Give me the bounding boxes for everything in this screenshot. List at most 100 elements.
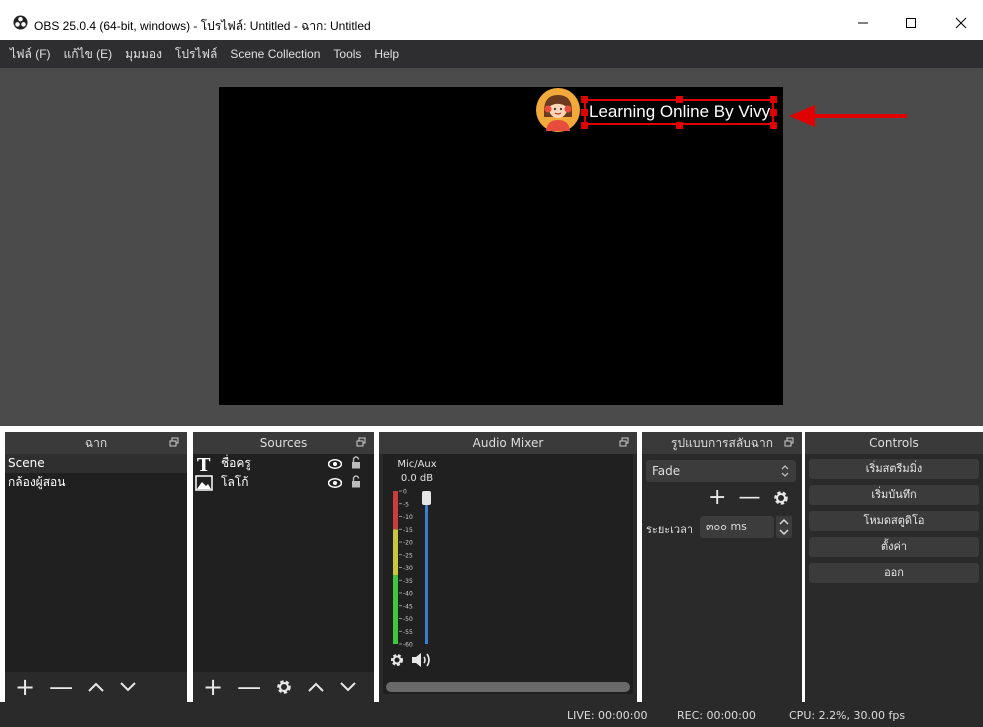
controls-dock-title: Controls	[805, 432, 983, 454]
scenes-dock: ฉาก Scene กล้องผู้สอน + —	[5, 432, 187, 702]
meter-tick-label: -50	[403, 616, 413, 623]
dock-float-icon[interactable]	[619, 437, 629, 447]
mixer-channel-name: Mic/Aux	[397, 459, 437, 470]
close-button[interactable]	[939, 8, 983, 38]
menu-help[interactable]: Help	[374, 47, 399, 61]
source-item[interactable]: โลโก้	[193, 473, 374, 492]
remove-transition-button[interactable]: —	[738, 487, 760, 509]
volume-meter: 0 -5 -10 -15 -20 -25 -30 -35 -40 -45 -50 -55 -60	[393, 489, 431, 649]
move-down-icon[interactable]	[119, 681, 137, 693]
meter-tick-label: -5	[403, 501, 409, 508]
mixer-settings-gear-icon[interactable]	[389, 652, 405, 668]
meter-tick-label: -35	[403, 578, 413, 585]
maximize-icon	[906, 18, 916, 28]
move-up-icon[interactable]	[307, 681, 325, 693]
scenes-dock-title-text: ฉาก	[84, 436, 108, 450]
image-source-icon	[195, 475, 213, 491]
remove-scene-button[interactable]: —	[49, 675, 73, 699]
move-up-icon[interactable]	[87, 681, 105, 693]
meter-tick-label: -40	[403, 591, 413, 598]
mixer-channel-area: Mic/Aux 0.0 dB 0 -5 -10 -15 -20 -25 -30 -35 -40 -…	[383, 454, 633, 694]
obs-logo-icon	[13, 15, 28, 30]
resize-handle[interactable]	[770, 109, 777, 116]
window-titlebar: OBS 25.0.4 (64-bit, windows) - โปรไฟล์: …	[0, 0, 983, 40]
scene-transitions-dock: รูปแบบการสลับฉาก Fade + — ระยะเวลา ๓๐๐ m…	[642, 432, 802, 702]
unlocked-lock-icon[interactable]	[351, 475, 361, 488]
menu-bar: ไฟล์ (F) แก้ไข (E) มุมมอง โปรไฟล์ Scene …	[0, 40, 983, 68]
speaker-mute-icon[interactable]	[411, 651, 435, 669]
dock-float-icon[interactable]	[784, 437, 794, 447]
menu-view[interactable]: มุมมอง	[125, 45, 162, 64]
sources-list: T ชื่อครู โลโก้	[193, 454, 374, 672]
settings-button[interactable]: ตั้งค่า	[809, 537, 979, 557]
dock-float-icon[interactable]	[169, 437, 179, 447]
controls-dock-title-text: Controls	[869, 436, 919, 450]
mixer-channel-db: 0.0 dB	[400, 473, 434, 484]
visibility-eye-icon[interactable]	[328, 459, 342, 469]
meter-tick-label: -45	[403, 603, 413, 610]
duration-input[interactable]: ๓๐๐ ms	[700, 516, 774, 538]
live-timer: LIVE: 00:00:00	[567, 709, 648, 722]
menu-tools[interactable]: Tools	[333, 47, 361, 61]
meter-tick-label: -25	[403, 552, 413, 559]
meter-tick-label: -60	[403, 642, 413, 649]
add-scene-button[interactable]: +	[15, 675, 35, 699]
scene-item[interactable]: Scene	[5, 454, 187, 473]
meter-tick-label: -15	[403, 527, 413, 534]
rec-timer: REC: 00:00:00	[677, 709, 756, 722]
dock-float-icon[interactable]	[356, 437, 366, 447]
exit-button[interactable]: ออก	[809, 563, 979, 583]
resize-handle[interactable]	[581, 96, 588, 103]
teacher-avatar-icon[interactable]	[535, 87, 581, 133]
source-properties-gear-icon[interactable]	[275, 678, 293, 696]
add-source-button[interactable]: +	[203, 675, 223, 699]
meter-tick-label: -55	[403, 629, 413, 636]
transition-select[interactable]: Fade	[646, 460, 796, 482]
mixer-horizontal-scrollbar[interactable]	[386, 682, 630, 692]
transition-properties-gear-icon[interactable]	[772, 489, 790, 507]
menu-scene-collection[interactable]: Scene Collection	[230, 47, 320, 61]
select-arrows-icon	[781, 465, 789, 477]
studio-mode-button[interactable]: โหมดสตูดิโอ	[809, 511, 979, 531]
unlocked-lock-icon[interactable]	[351, 456, 361, 469]
start-streaming-button[interactable]: เริ่มสตรีมมิ่ง	[809, 459, 979, 479]
menu-edit[interactable]: แก้ไข (E)	[64, 45, 113, 64]
resize-handle[interactable]	[581, 109, 588, 116]
menu-profile[interactable]: โปรไฟล์	[175, 45, 217, 64]
svg-text:T: T	[197, 456, 211, 472]
visibility-eye-icon[interactable]	[328, 478, 342, 488]
volume-slider-handle[interactable]	[422, 491, 431, 505]
move-down-icon[interactable]	[339, 681, 357, 693]
scenes-dock-title: ฉาก	[5, 432, 187, 454]
meter-tick-label: 0	[403, 489, 407, 496]
cpu-fps-readout: CPU: 2.2%, 30.00 fps	[789, 709, 906, 722]
resize-handle[interactable]	[770, 122, 777, 129]
text-source-content: Learning Online By Vivy	[589, 102, 771, 121]
resize-handle[interactable]	[676, 96, 683, 103]
meter-tick-label: -30	[403, 565, 413, 572]
resize-handle[interactable]	[581, 122, 588, 129]
resize-handle[interactable]	[770, 96, 777, 103]
preview-canvas[interactable]: Learning Online By Vivy	[219, 87, 783, 405]
sources-dock-title-text: Sources	[259, 436, 308, 450]
preview-area: Learning Online By Vivy	[0, 68, 983, 426]
menu-file[interactable]: ไฟล์ (F)	[10, 45, 51, 64]
resize-handle[interactable]	[676, 122, 683, 129]
source-item[interactable]: T ชื่อครู	[193, 454, 374, 473]
scenes-list: Scene กล้องผู้สอน	[5, 454, 187, 672]
duration-spinner-icon[interactable]	[776, 516, 792, 538]
minimize-button[interactable]	[841, 8, 885, 38]
maximize-button[interactable]	[889, 8, 933, 38]
audio-mixer-dock: Audio Mixer Mic/Aux 0.0 dB 0 -5 -10 -15 -20 -…	[379, 432, 637, 702]
volume-slider-track[interactable]	[425, 497, 428, 644]
add-transition-button[interactable]: +	[708, 487, 726, 509]
remove-source-button[interactable]: —	[237, 675, 261, 699]
transitions-dock-title-text: รูปแบบการสลับฉาก	[671, 436, 773, 450]
sources-dock: Sources T ชื่อครู โลโก้ + —	[193, 432, 374, 702]
meter-level-segment	[393, 491, 398, 530]
sources-toolbar: + —	[193, 672, 374, 702]
start-recording-button[interactable]: เริ่มบันทึก	[809, 485, 979, 505]
close-icon	[955, 17, 967, 29]
scene-item[interactable]: กล้องผู้สอน	[5, 473, 187, 492]
window-title: OBS 25.0.4 (64-bit, windows) - โปรไฟล์: …	[34, 19, 371, 33]
